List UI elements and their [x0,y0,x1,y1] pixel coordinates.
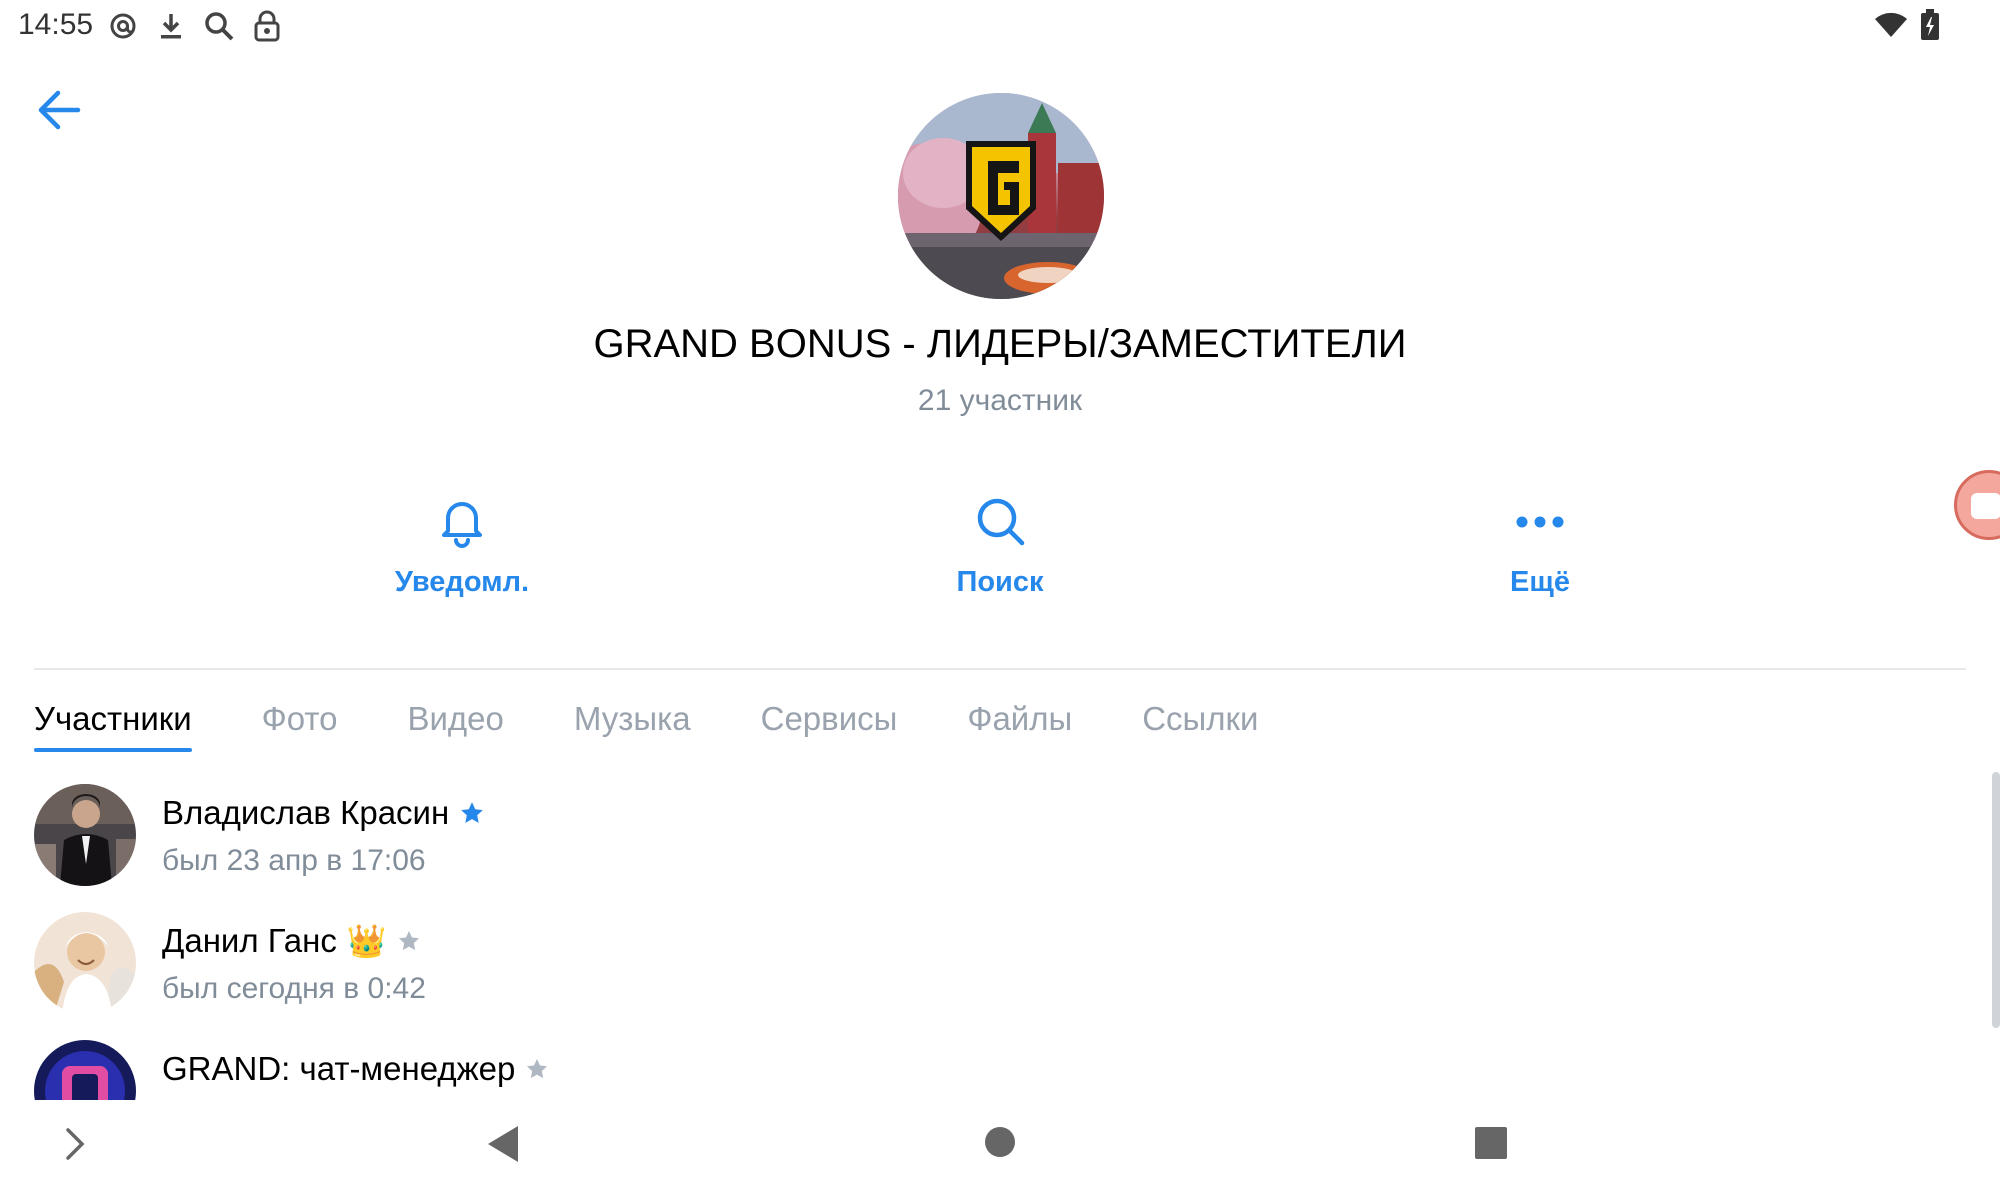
member-count[interactable]: 21 участник [0,384,2000,418]
search-button[interactable]: Поиск [890,490,1110,599]
recents-square-icon [1475,1127,1507,1159]
notifications-button[interactable]: Уведомл. [352,490,572,599]
status-bar: 14:55 [0,0,2000,52]
member-name: Владислав Красин [162,794,450,831]
avatar [34,784,136,886]
member-status: был 23 апр в 17:06 [162,844,426,877]
star-icon [398,931,419,951]
more-label: Ещё [1510,566,1570,598]
member-status: был сегодня в 0:42 [162,972,426,1005]
list-item[interactable]: Данил Ганс 👑 был сегодня в 0:42 [34,912,1934,1022]
star-icon [527,1059,548,1079]
tab-members[interactable]: Участники [34,700,192,752]
group-avatar[interactable] [898,93,1104,299]
media-tabs: Участники Фото Видео Музыка Сервисы Файл… [34,700,1328,752]
screen-record-button[interactable] [1954,470,2000,540]
more-button[interactable]: Ещё [1430,490,1650,599]
avatar [34,1040,136,1100]
arrow-left-icon [38,90,81,130]
section-divider [34,668,1966,670]
member-name: Данил Ганс [162,922,337,959]
chevron-right-icon [66,1128,85,1160]
avatar [34,912,136,1014]
more-icon [1516,516,1564,528]
bell-icon [442,502,482,548]
list-item[interactable]: GRAND: чат-менеджер [34,1040,1934,1100]
group-title: GRAND BONUS - ЛИДЕРЫ/ЗАМЕСТИТЕЛИ [593,322,1407,366]
member-name: GRAND: чат-менеджер [162,1050,516,1087]
lock-icon [250,9,284,43]
search-label: Поиск [956,566,1044,598]
admin-star-icon [461,802,484,823]
tab-videos[interactable]: Видео [407,700,503,752]
nav-recents-button[interactable] [1474,1126,1508,1165]
crown-emoji: 👑 [346,923,387,959]
status-icons-right [1874,9,1940,46]
notifications-label: Уведомл. [394,566,530,598]
back-button[interactable] [30,80,90,140]
back-triangle-icon [488,1126,518,1162]
battery-icon [1920,9,1940,46]
tab-services[interactable]: Сервисы [761,700,898,752]
nav-expand-button[interactable] [60,1124,92,1169]
scrollbar[interactable] [1992,772,2000,1028]
nav-back-button[interactable] [486,1122,522,1171]
member-name-row: GRAND: чат-менеджер [162,1050,549,1088]
download-icon [154,9,188,43]
tab-links[interactable]: Ссылки [1142,700,1258,752]
record-icon [1971,493,2000,519]
tab-music[interactable]: Музыка [574,700,691,752]
member-name-row: Владислав Красин [162,794,485,832]
member-name-row: Данил Ганс 👑 [162,922,421,960]
list-item[interactable]: Владислав Красин был 23 апр в 17:06 [34,784,1934,894]
nav-home-button[interactable] [984,1126,1016,1163]
status-icons-left [106,9,284,43]
status-time: 14:55 [18,8,94,41]
home-circle-icon [985,1127,1015,1157]
wifi-icon [1874,11,1908,44]
search-icon [977,498,1025,546]
tab-photos[interactable]: Фото [262,700,338,752]
system-nav-bar [0,1100,2000,1200]
tab-files[interactable]: Файлы [967,700,1072,752]
members-list: Владислав Красин был 23 апр в 17:06 Дани… [0,780,1990,1100]
search-icon [202,9,236,43]
at-icon [106,9,140,43]
